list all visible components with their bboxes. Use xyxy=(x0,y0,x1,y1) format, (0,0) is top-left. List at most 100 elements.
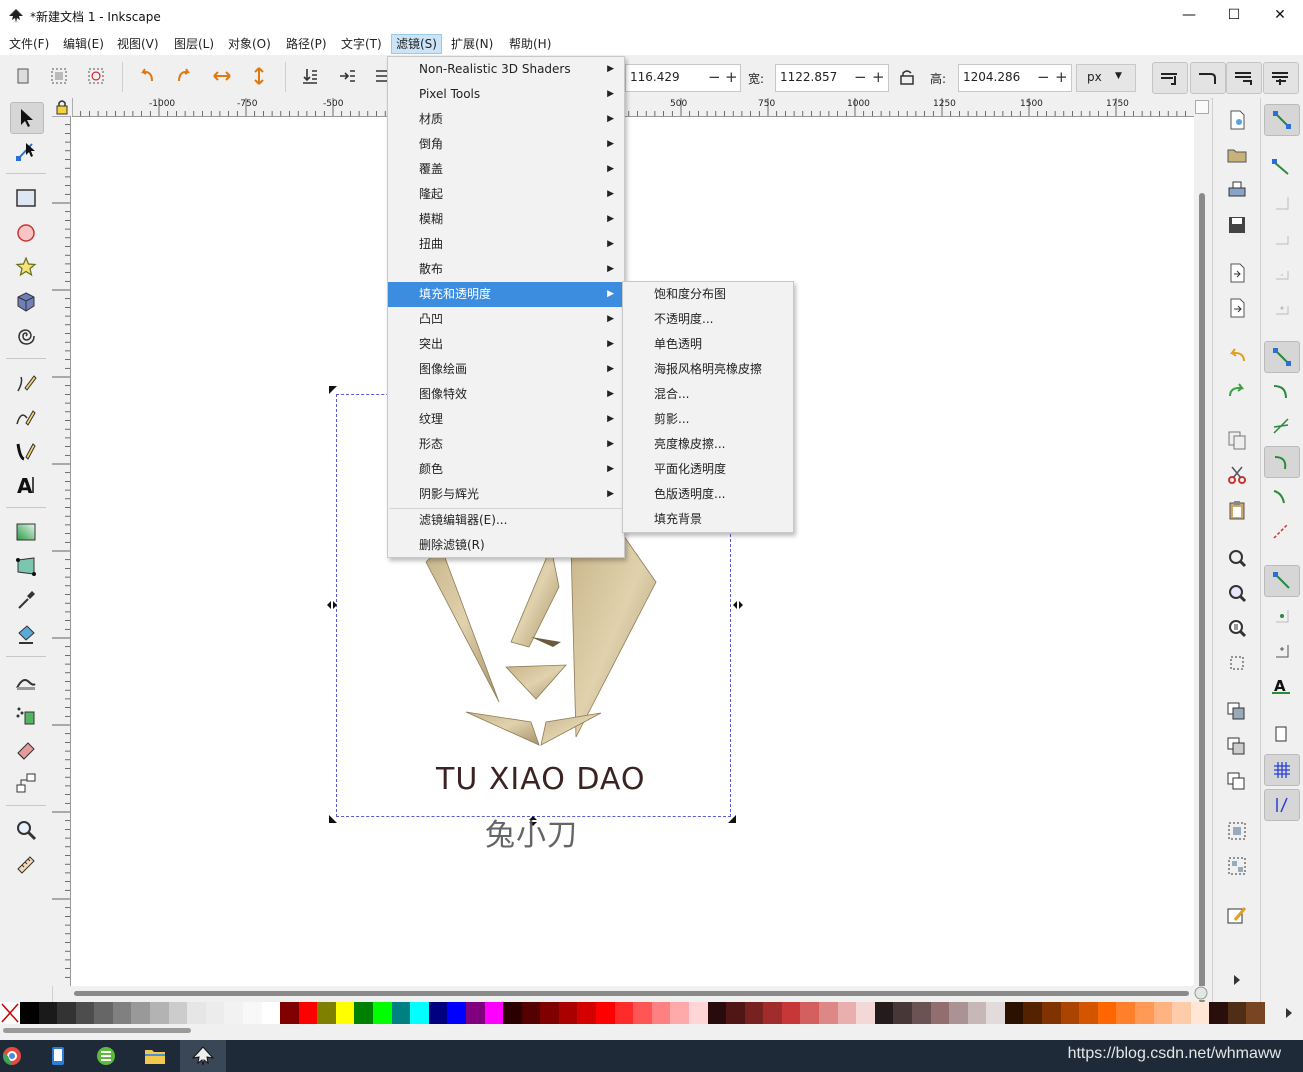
color-swatch[interactable] xyxy=(911,1002,931,1024)
color-swatch[interactable] xyxy=(856,1002,876,1024)
color-swatch[interactable] xyxy=(410,1002,430,1024)
undo-icon[interactable] xyxy=(1225,344,1249,368)
decrement-icon[interactable]: − xyxy=(854,68,867,86)
scale-handle[interactable] xyxy=(728,815,736,823)
selector-tool[interactable] xyxy=(10,102,44,134)
clone-icon[interactable] xyxy=(1225,735,1249,759)
decrement-icon[interactable]: − xyxy=(1037,68,1050,86)
menu-extensions[interactable]: 扩展(N) xyxy=(447,35,497,53)
connector-tool[interactable] xyxy=(10,768,42,798)
menu-item-materials[interactable]: 材质 ▶ xyxy=(388,107,624,132)
flip-vertical-icon[interactable] xyxy=(248,65,270,87)
menu-item-color[interactable]: 颜色 ▶ xyxy=(388,457,624,482)
color-swatch[interactable] xyxy=(558,1002,578,1024)
dropper-tool[interactable] xyxy=(10,585,42,615)
menu-item-blurs[interactable]: 模糊 ▶ xyxy=(388,207,624,232)
submenu-item[interactable]: 不透明度... xyxy=(623,307,793,332)
color-swatch[interactable] xyxy=(651,1002,671,1024)
color-swatch[interactable] xyxy=(1209,1002,1229,1024)
menu-text[interactable]: 文字(T) xyxy=(337,35,386,53)
fill-stroke-icon[interactable] xyxy=(1225,904,1249,928)
color-swatch[interactable] xyxy=(819,1002,839,1024)
color-swatch[interactable] xyxy=(298,1002,318,1024)
color-swatch[interactable] xyxy=(930,1002,950,1024)
taskbar-file-explorer[interactable] xyxy=(132,1040,178,1072)
menu-item-pixel-tools[interactable]: Pixel Tools ▶ xyxy=(388,82,624,107)
color-swatch[interactable] xyxy=(521,1002,541,1024)
3d-box-tool[interactable] xyxy=(10,287,42,317)
eraser-tool[interactable] xyxy=(10,734,42,764)
logo-subtitle[interactable]: 兔小刀 xyxy=(485,810,578,854)
color-swatch[interactable] xyxy=(949,1002,969,1024)
menu-item-filter-editor[interactable]: 滤镜编辑器(E)... xyxy=(388,508,624,533)
export-icon[interactable] xyxy=(1225,296,1249,320)
increment-icon[interactable]: + xyxy=(725,68,738,86)
color-swatch[interactable] xyxy=(112,1002,132,1024)
maximize-button[interactable]: ☐ xyxy=(1211,0,1257,31)
snap-page-border-toggle[interactable] xyxy=(1264,719,1298,749)
color-swatch[interactable] xyxy=(20,1002,39,1024)
color-swatch[interactable] xyxy=(391,1002,411,1024)
minimize-button[interactable]: — xyxy=(1166,0,1212,31)
color-swatch[interactable] xyxy=(428,1002,448,1024)
color-swatch[interactable] xyxy=(150,1002,170,1024)
close-button[interactable]: ✕ xyxy=(1257,0,1303,31)
chevron-right-icon[interactable] xyxy=(1284,1007,1294,1019)
submenu-item[interactable]: 色版透明度... xyxy=(623,482,793,507)
snap-guide-toggle[interactable] xyxy=(1264,789,1300,821)
color-swatch[interactable] xyxy=(317,1002,337,1024)
taskbar-app[interactable] xyxy=(84,1040,130,1072)
color-swatch[interactable] xyxy=(57,1002,77,1024)
color-swatch[interactable] xyxy=(484,1002,504,1024)
menu-path[interactable]: 路径(P) xyxy=(282,35,331,53)
menu-item-bevels[interactable]: 倒角 ▶ xyxy=(388,132,624,157)
color-swatch[interactable] xyxy=(893,1002,913,1024)
redo-icon[interactable] xyxy=(1225,379,1249,403)
color-swatch[interactable] xyxy=(75,1002,95,1024)
menu-item-overlays[interactable]: 覆盖 ▶ xyxy=(388,157,624,182)
no-paint-swatch-icon[interactable] xyxy=(0,1002,20,1024)
color-swatch[interactable] xyxy=(354,1002,374,1024)
color-swatch[interactable] xyxy=(1116,1002,1136,1024)
rotate-cw-icon[interactable] xyxy=(173,65,195,87)
menu-item-shadows-glows[interactable]: 阴影与辉光 ▶ xyxy=(388,482,624,507)
scale-handle[interactable] xyxy=(329,386,337,394)
lower-icon[interactable] xyxy=(336,65,358,87)
color-swatch[interactable] xyxy=(373,1002,393,1024)
gradient-tool[interactable] xyxy=(10,517,42,547)
color-swatch[interactable] xyxy=(447,1002,467,1024)
select-all-layers-icon[interactable] xyxy=(48,65,70,87)
color-swatch[interactable] xyxy=(224,1002,244,1024)
paint-bucket-tool[interactable] xyxy=(10,619,42,649)
mesh-tool[interactable] xyxy=(10,551,42,581)
transform-gradients-toggle[interactable] xyxy=(1226,62,1262,94)
color-swatch[interactable] xyxy=(614,1002,634,1024)
y-position-spinbox[interactable]: 116.429 − + xyxy=(625,64,741,92)
cut-icon[interactable] xyxy=(1225,463,1249,487)
spray-tool[interactable] xyxy=(10,700,42,730)
menu-view[interactable]: 视图(V) xyxy=(113,35,163,53)
snap-nodes-toggle[interactable] xyxy=(1264,341,1300,373)
submenu-item[interactable]: 混合... xyxy=(623,382,793,407)
ungroup-icon[interactable] xyxy=(1225,854,1249,878)
taskbar-app[interactable] xyxy=(35,1040,81,1072)
lock-ratio-icon[interactable] xyxy=(898,68,916,86)
color-swatch[interactable] xyxy=(1079,1002,1099,1024)
import-icon[interactable] xyxy=(1225,261,1249,285)
node-tool[interactable] xyxy=(10,136,42,166)
menu-item-textures[interactable]: 纹理 ▶ xyxy=(388,407,624,432)
taskbar-chrome[interactable] xyxy=(0,1040,36,1072)
pen-tool[interactable] xyxy=(10,402,42,432)
scroll-thumb[interactable] xyxy=(3,1028,191,1033)
color-swatch[interactable] xyxy=(205,1002,225,1024)
rectangle-tool[interactable] xyxy=(10,183,42,213)
submenu-item[interactable]: 海报风格明亮橡皮擦 xyxy=(623,357,793,382)
color-swatch[interactable] xyxy=(540,1002,560,1024)
menu-item-remove-filters[interactable]: 删除滤镜(R) xyxy=(388,533,624,558)
color-swatch[interactable] xyxy=(781,1002,801,1024)
group-icon[interactable] xyxy=(1225,819,1249,843)
menu-item-distort[interactable]: 扭曲 ▶ xyxy=(388,232,624,257)
width-spinbox[interactable]: 1122.857 − + xyxy=(775,64,889,92)
color-swatch[interactable] xyxy=(94,1002,114,1024)
color-swatch[interactable] xyxy=(986,1002,1006,1024)
